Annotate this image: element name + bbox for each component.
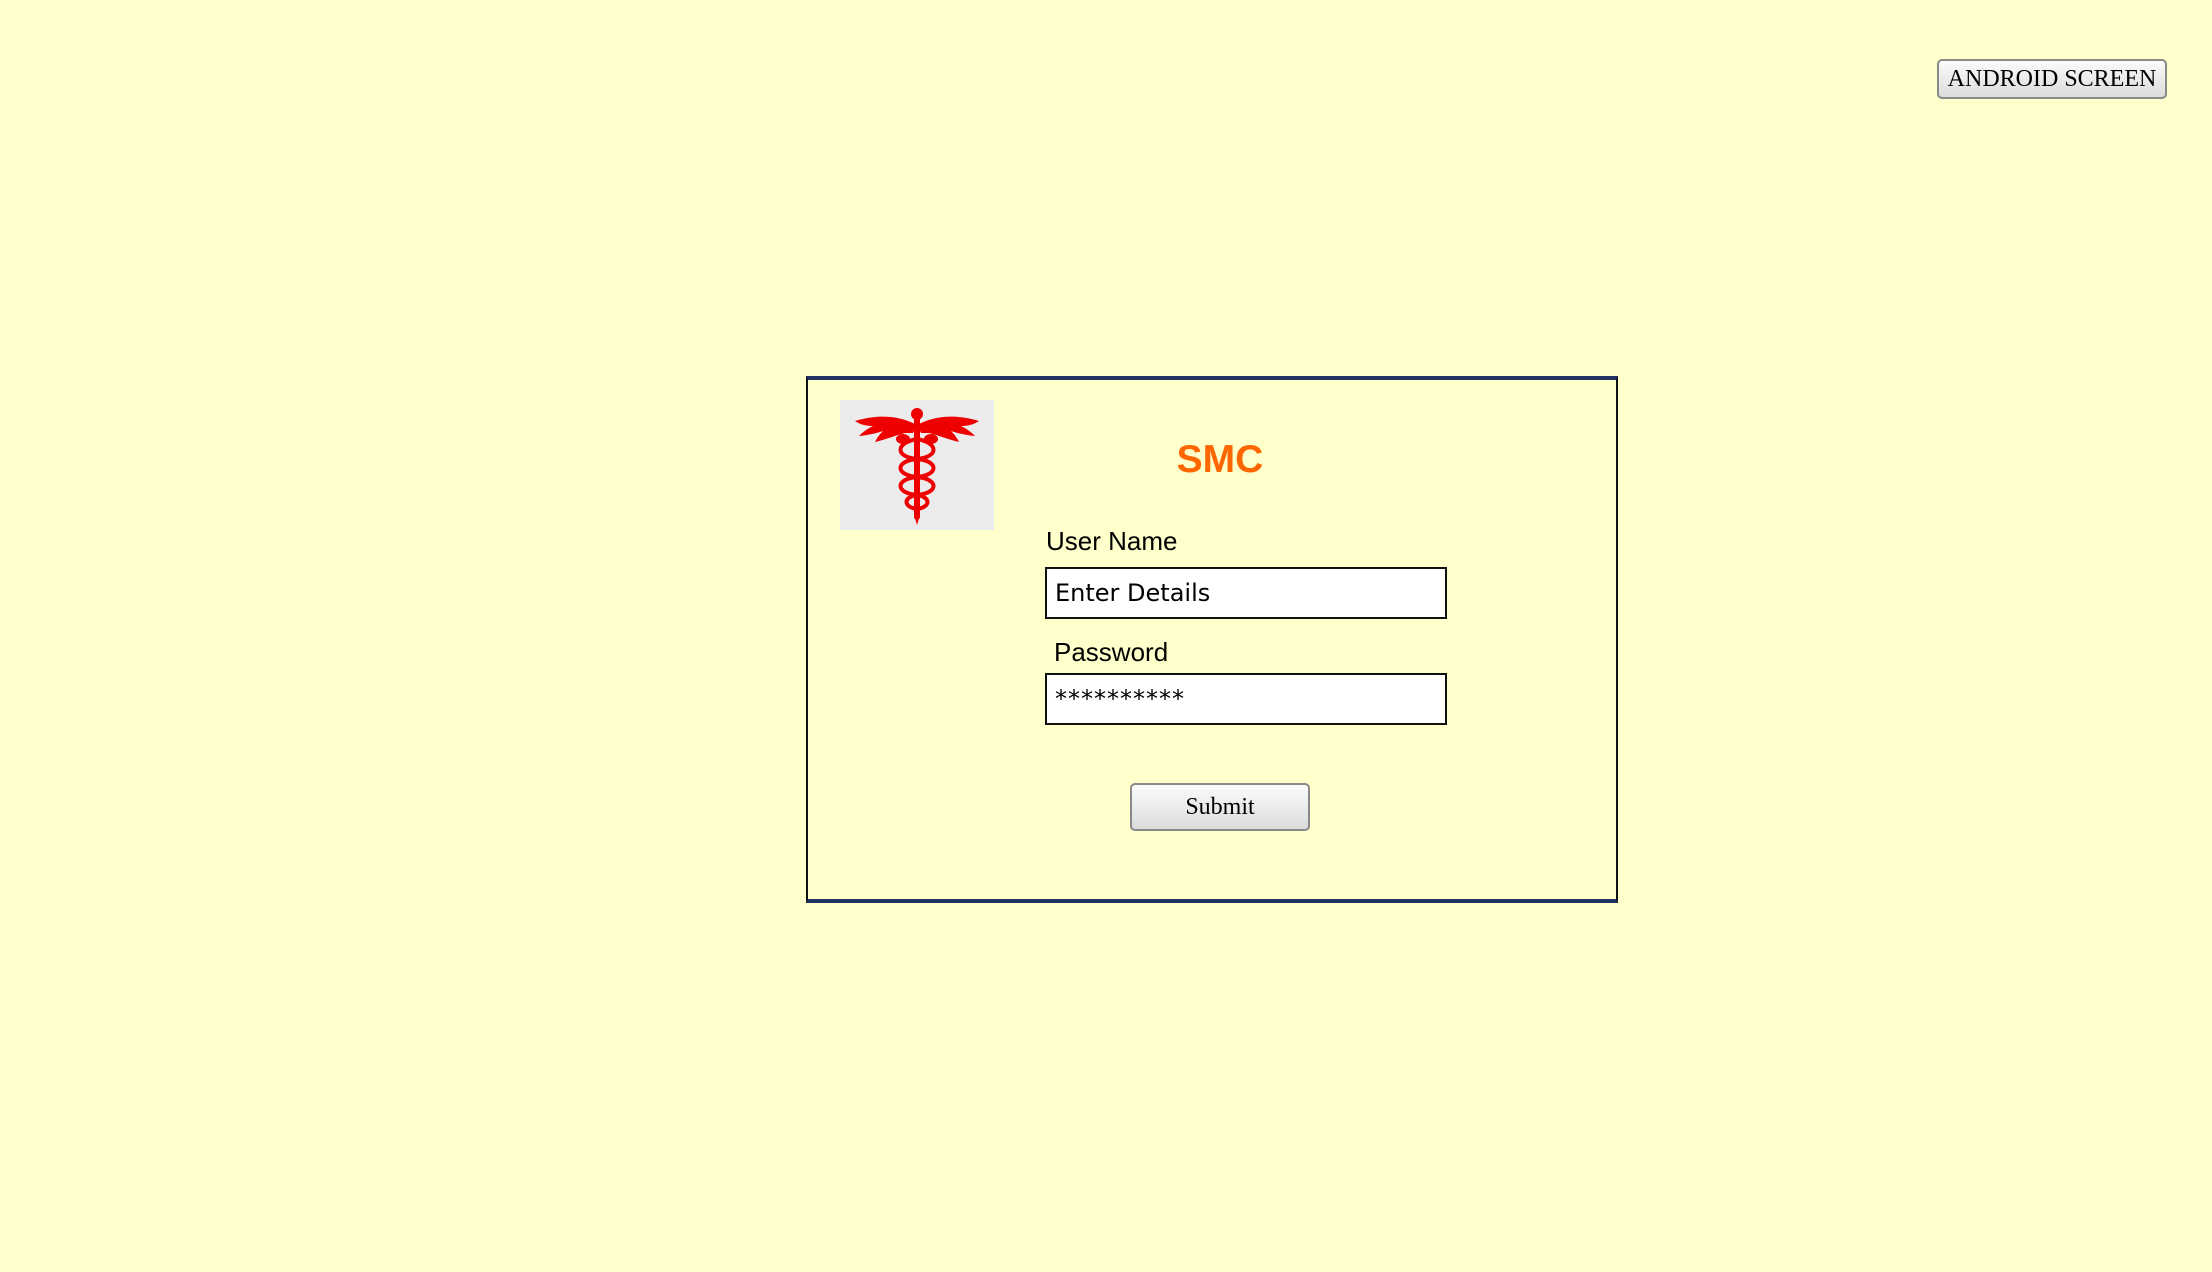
username-field[interactable]: Enter Details xyxy=(1045,567,1447,619)
password-field[interactable]: ********** xyxy=(1045,673,1447,725)
logo xyxy=(840,400,994,530)
submit-button[interactable]: Submit xyxy=(1130,783,1310,831)
caduceus-icon xyxy=(855,408,979,525)
username-label: User Name xyxy=(1046,526,1178,556)
password-label: Password xyxy=(1054,637,1169,667)
android-screen-button[interactable]: ANDROID SCREEN xyxy=(1937,59,2167,99)
app-title: SMC xyxy=(1176,438,1264,481)
